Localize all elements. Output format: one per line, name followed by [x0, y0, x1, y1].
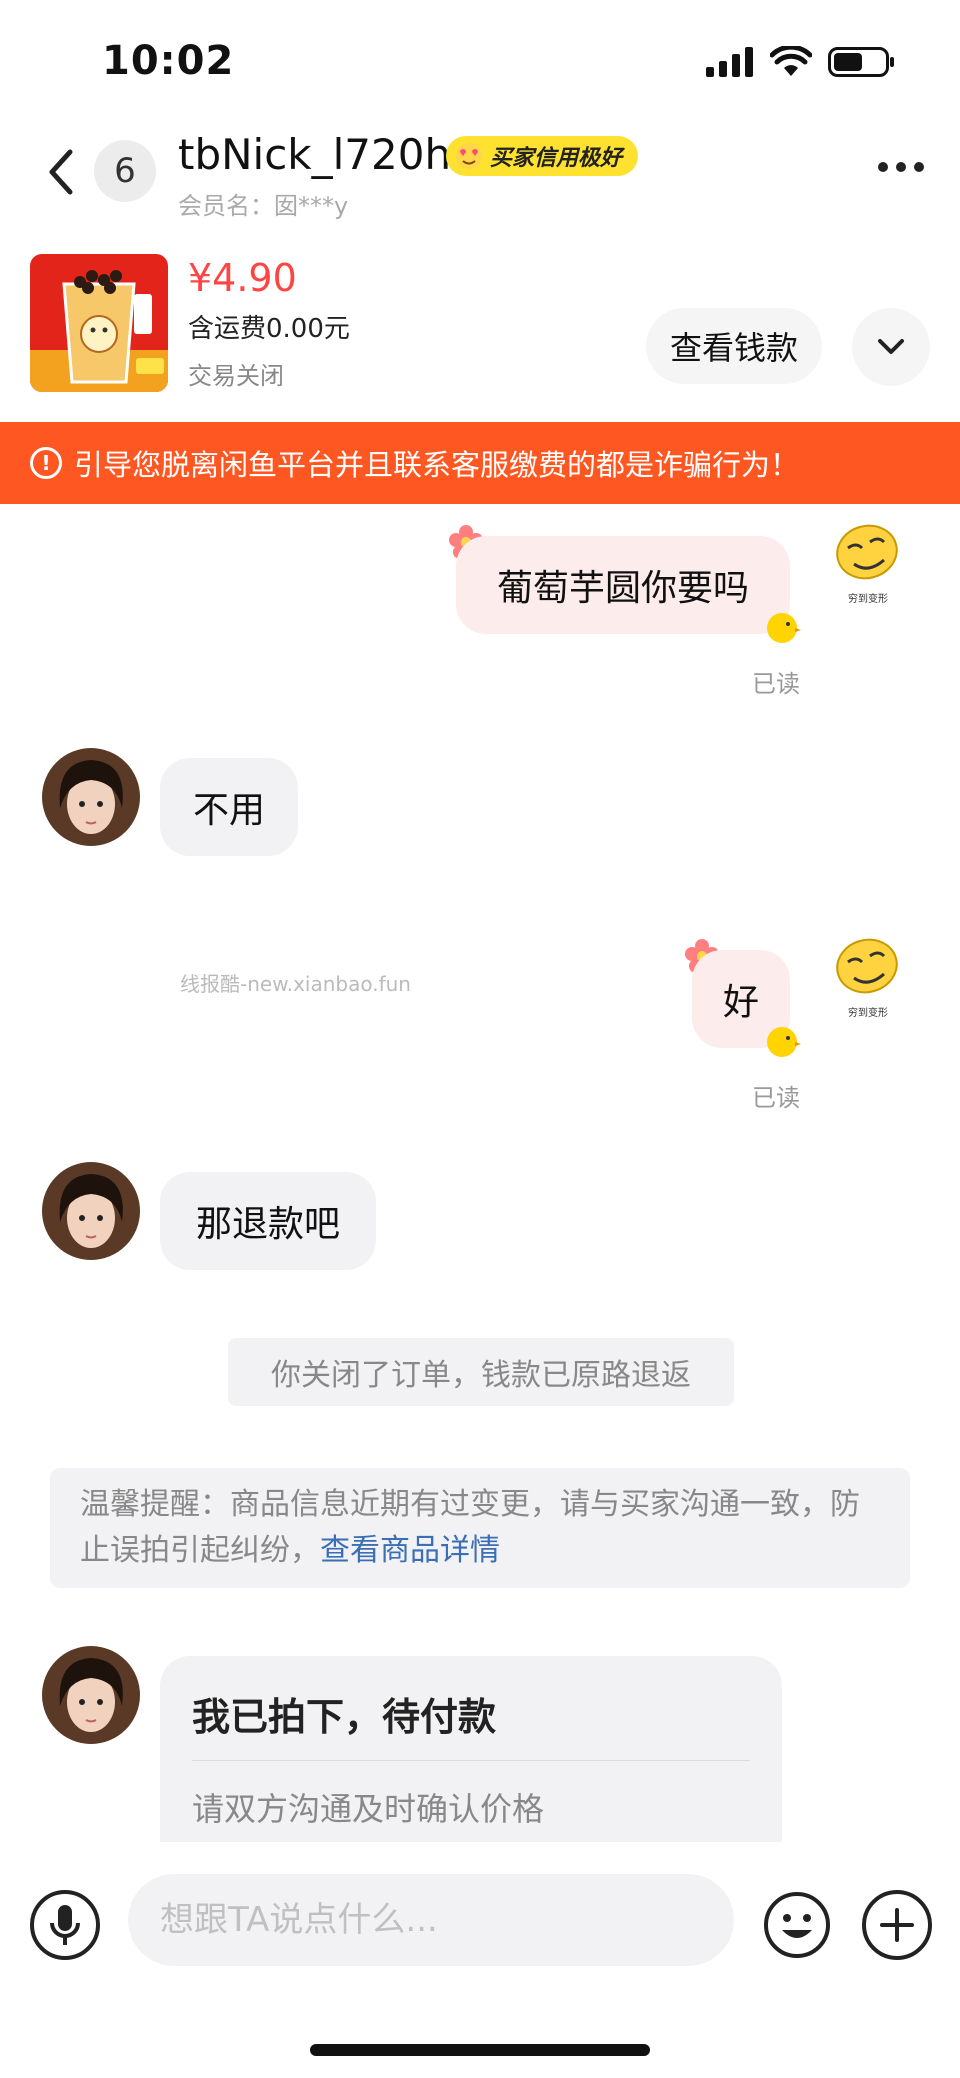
order-status-card[interactable]: 我已拍下，待付款 请双方沟通及时确认价格 [160, 1656, 782, 1842]
system-notice-text: 你关闭了订单，钱款已原路退返 [271, 1358, 691, 1393]
trade-status: 交易关闭 [188, 362, 284, 390]
back-icon[interactable] [40, 142, 80, 202]
contact-nickname[interactable]: tbNick_l720h [178, 130, 451, 179]
signal-icon [706, 47, 753, 77]
chevron-down-icon [878, 339, 904, 354]
sticker-caption: 穷到变形 [848, 1008, 888, 1019]
message-bubble-other[interactable]: 不用 [160, 758, 298, 856]
view-product-details-link[interactable]: 查看商品详情 [320, 1533, 500, 1568]
unread-count-badge[interactable]: 6 [94, 140, 156, 202]
message-bubble-mine[interactable]: 葡萄芋圆你要吗 [456, 536, 790, 634]
credit-badge-label: 买家信用极好 [490, 146, 623, 171]
product-price: ¥4.90 [188, 256, 297, 300]
status-icons [706, 46, 896, 78]
system-notice: 你关闭了订单，钱款已原路退返 [228, 1338, 734, 1406]
message-text: 好 [722, 982, 759, 1023]
input-bar [0, 1842, 960, 2078]
check-payment-button[interactable]: 查看钱款 [646, 308, 823, 384]
order-card-subtitle: 请双方沟通及时确认价格 [192, 1790, 545, 1828]
message-text: 葡萄芋圆你要吗 [496, 568, 749, 609]
chat-header: 6 tbNick_l720h 买家信用极好 会员名：囡***y [0, 120, 960, 240]
voice-button[interactable] [30, 1890, 100, 1960]
product-image[interactable] [30, 254, 168, 392]
plus-icon[interactable] [862, 1890, 932, 1960]
order-card-title: 我已拍下，待付款 [192, 1695, 497, 1739]
chat-messages[interactable]: 葡萄芋圆你要吗 穷到变形 已读 不用 线报酷-new.xianbao.fun 好 [0, 504, 960, 1842]
message-input[interactable] [128, 1874, 734, 1966]
home-indicator [310, 2044, 650, 2056]
emoji-icon[interactable] [762, 1890, 832, 1960]
battery-icon [828, 47, 894, 77]
watermark: 线报酷-new.xianbao.fun [180, 972, 411, 996]
message-bubble-other[interactable]: 那退款吧 [160, 1172, 376, 1270]
message-text: 不用 [192, 790, 265, 831]
status-bar: 10:02 [0, 0, 960, 120]
member-name: 会员名：囡***y [178, 192, 349, 220]
product-summary[interactable]: ¥4.90 含运费0.00元 交易关闭 查看钱款 [0, 240, 960, 422]
contact-avatar[interactable] [42, 748, 140, 846]
expand-button[interactable] [852, 308, 930, 386]
chick-decoration-icon [767, 1027, 801, 1057]
plus-glyph [880, 1908, 914, 1942]
message-text: 那退款吧 [195, 1204, 340, 1245]
fraud-warning-banner: ! 引导您脱离闲鱼平台并且联系客服缴费的都是诈骗行为！ [0, 422, 960, 504]
warning-icon: ! [30, 447, 62, 479]
contact-avatar[interactable] [42, 1162, 140, 1260]
order-card-divider [192, 1760, 750, 1761]
product-shipping: 含运费0.00元 [188, 314, 350, 344]
fraud-warning-text: 引导您脱离闲鱼平台并且联系客服缴费的都是诈骗行为！ [74, 448, 800, 482]
heart-eyes-emoji-icon [456, 143, 482, 169]
reminder-tip: 温馨提醒：商品信息近期有过变更，请与买家沟通一致，防止误拍引起纠纷，查看商品详情 [50, 1468, 910, 1588]
wifi-icon [770, 46, 812, 76]
read-receipt: 已读 [752, 1084, 800, 1112]
microphone-icon [50, 1905, 80, 1945]
chick-decoration-icon [767, 613, 801, 643]
read-receipt: 已读 [752, 670, 800, 698]
credit-badge: 买家信用极好 [446, 136, 639, 176]
status-time: 10:02 [102, 38, 235, 84]
sticker-caption: 穷到变形 [848, 594, 888, 605]
contact-avatar[interactable] [42, 1646, 140, 1744]
more-icon[interactable] [878, 162, 924, 172]
